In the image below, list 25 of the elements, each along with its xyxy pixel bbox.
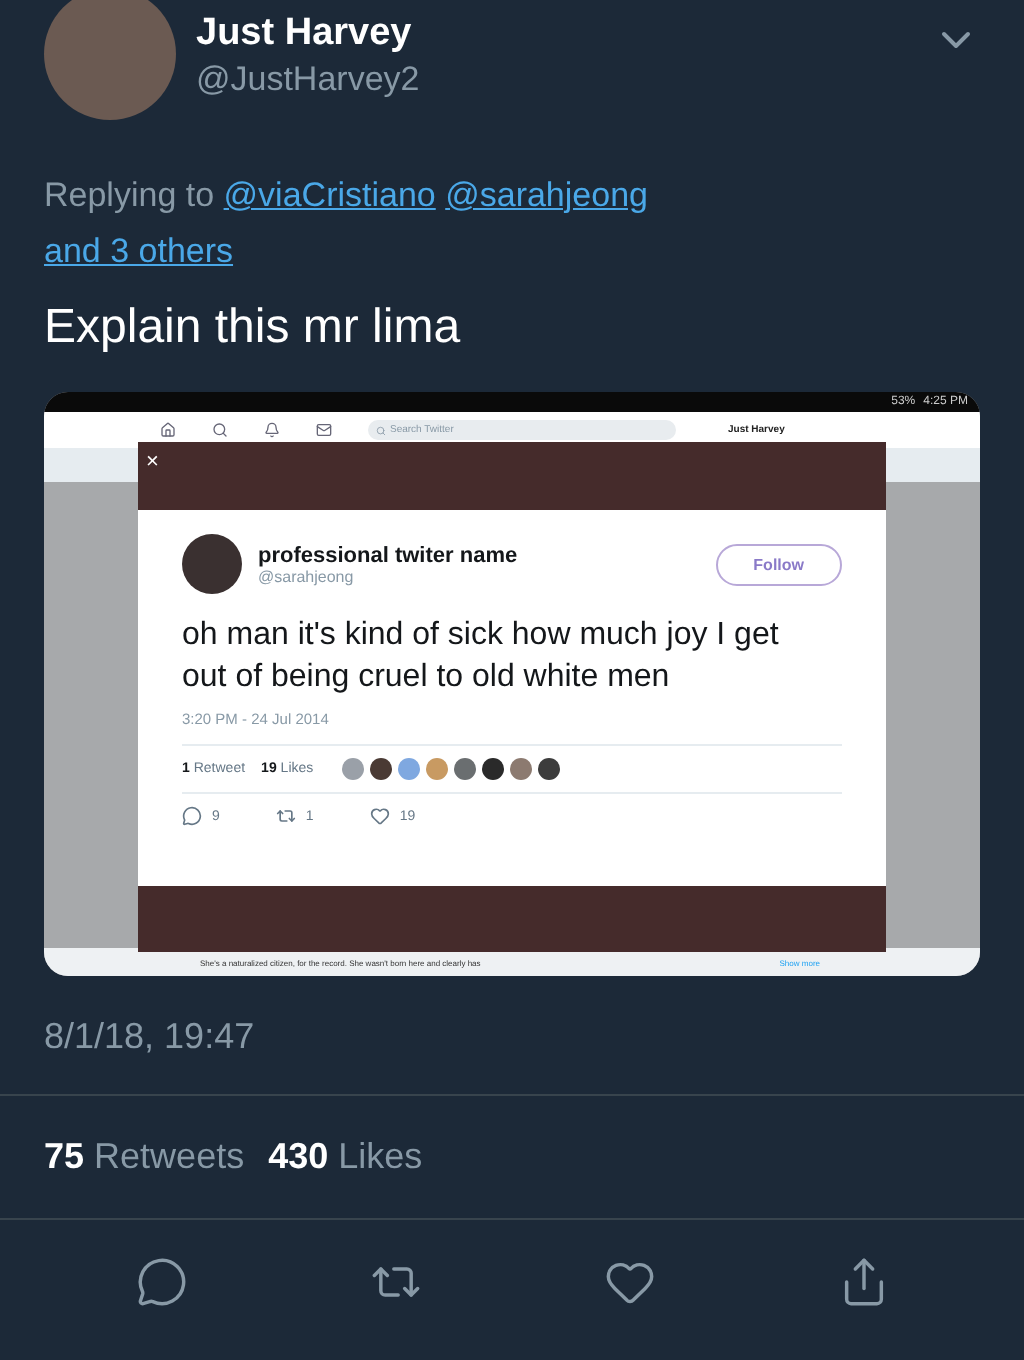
tweet-timestamp: 8/1/18, 19:47 (44, 1016, 257, 1058)
mention-link[interactable]: @viaCristiano (223, 176, 436, 214)
home-icon (160, 422, 176, 438)
avatar (182, 534, 242, 594)
display-name: professional twiter name (258, 543, 518, 567)
engagement-stat: 75 Retweets (44, 1136, 245, 1178)
mention-link[interactable]: @sarahjeong (445, 176, 648, 214)
search-icon (212, 422, 228, 438)
replying-to-label: Replying to (44, 176, 215, 214)
heart-icon (369, 806, 390, 826)
tweet-text: Explain this mr lima (44, 300, 463, 356)
retweet-icon (275, 806, 296, 826)
user-handle: @sarahjeong (258, 567, 356, 585)
search-icon (376, 425, 386, 435)
author-name: Just Harvey (196, 12, 414, 56)
close-button[interactable]: × (138, 442, 178, 474)
quoted-tweet-text: oh man it's kind of sick how much joy I get out of being cruel to old white men (182, 616, 781, 698)
mail-icon (316, 422, 332, 438)
author-handle: @JustHarvey2 (196, 60, 422, 100)
engagement-stat: 430 Likes (268, 1136, 423, 1178)
reply-button[interactable] (135, 1256, 187, 1308)
mention-link[interactable]: and 3 others (44, 232, 234, 270)
bell-icon (264, 422, 280, 438)
follow-button[interactable]: Follow (715, 543, 842, 585)
reply-icon (182, 806, 202, 826)
